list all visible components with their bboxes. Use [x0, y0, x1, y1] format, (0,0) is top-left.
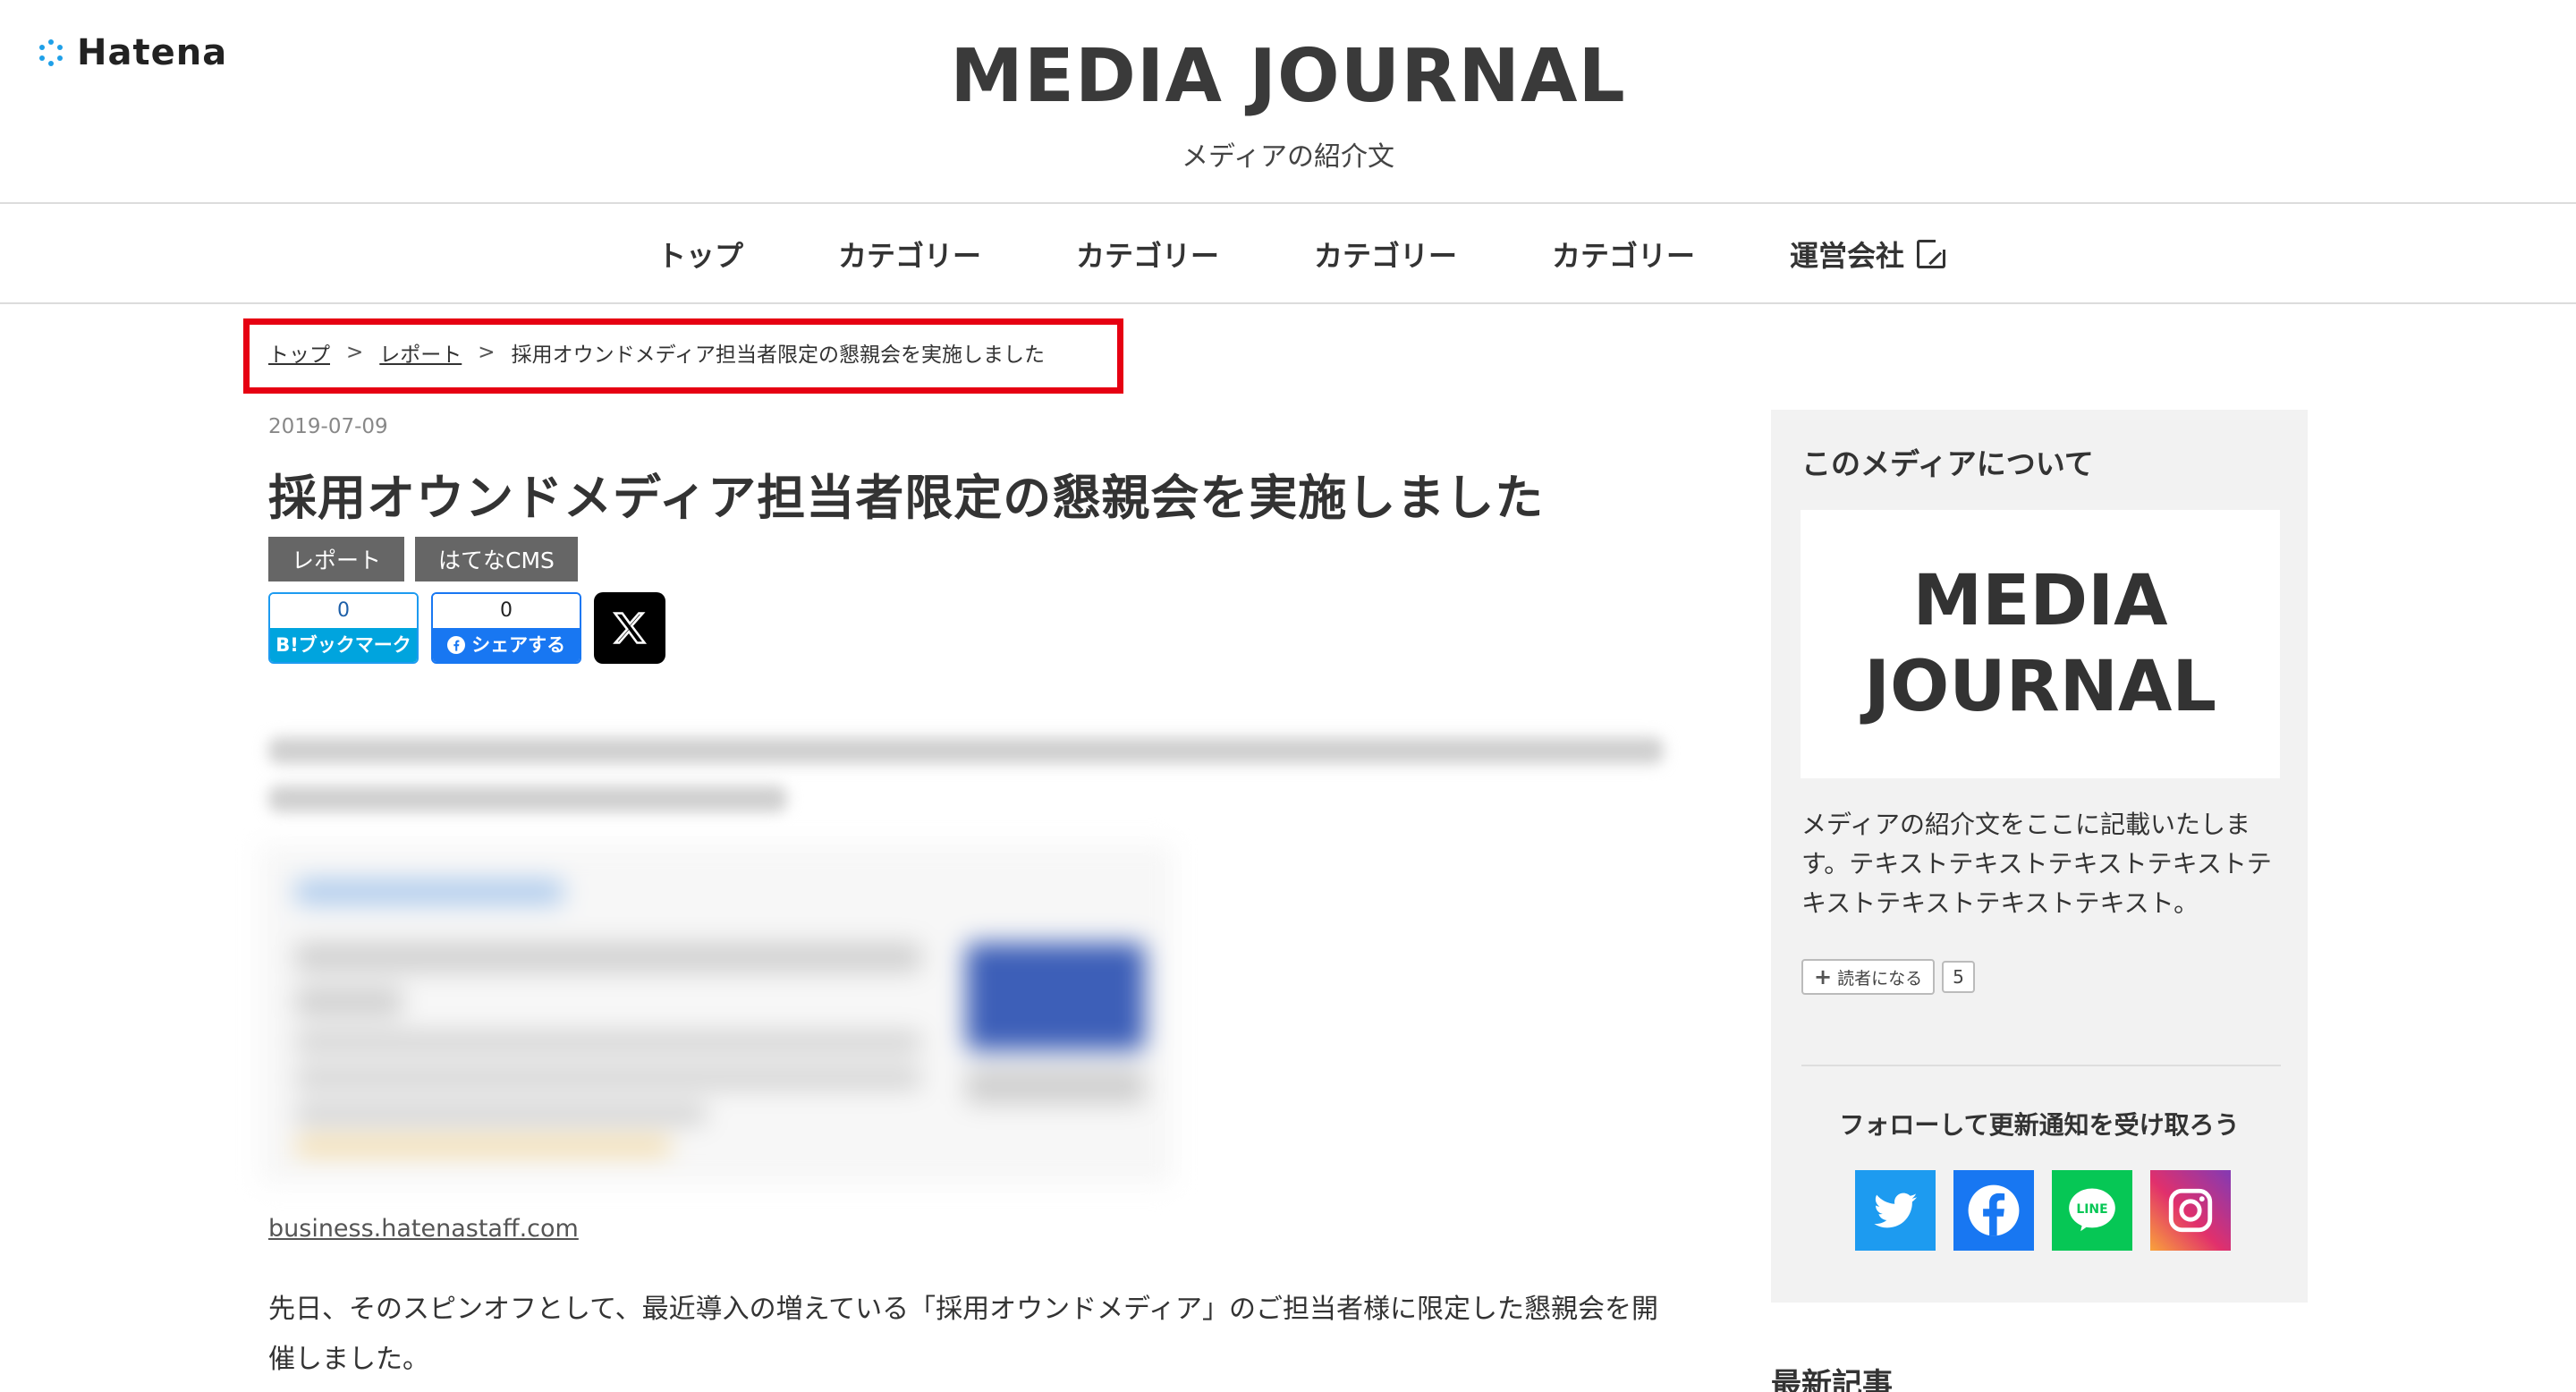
nav-item-category-2[interactable]: カテゴリー [1076, 233, 1219, 275]
subscribe-button[interactable]: + 読者になる [1801, 959, 1936, 995]
nav-item-top[interactable]: トップ [657, 233, 743, 275]
subscribe-button-label: 読者になる [1837, 968, 1923, 989]
nav-item-category-4[interactable]: カテゴリー [1552, 233, 1695, 275]
follow-prompt: フォローして更新通知を受け取ろう [1839, 1110, 2240, 1140]
global-nav: トップ カテゴリー カテゴリー カテゴリー カテゴリー 運営会社 [0, 206, 2576, 304]
nav-item-company[interactable]: 運営会社 [1790, 233, 1949, 275]
breadcrumb: トップ > レポート > 採用オウンドメディア担当者限定の懇親会を実施しました [268, 337, 1045, 368]
breadcrumb-top-link[interactable]: トップ [268, 337, 330, 368]
article-body-text: 先日、そのスピンオフとして、最近導入の増えている「採用オウンドメディア」のご担当… [268, 1294, 1658, 1375]
nav-item-category-1[interactable]: カテゴリー [838, 233, 981, 275]
site-description: メディアの紹介文 [1182, 141, 1394, 173]
sidebar-media-logo[interactable]: MEDIA JOURNAL [1801, 510, 2280, 778]
nav-item-company-label: 運営会社 [1790, 239, 1905, 273]
reader-count: 5 [1942, 961, 1975, 993]
x-logo-icon [612, 612, 648, 644]
facebook-share-count: 0 [433, 594, 580, 628]
sns-links: LINE [1855, 1170, 2231, 1251]
hatena-bookmark-label: B!ブックマーク [270, 628, 417, 662]
sidebar-about: このメディアについて MEDIA JOURNAL メディアの紹介文をここに記載い… [1771, 410, 2308, 1303]
line-icon[interactable]: LINE [2052, 1170, 2132, 1251]
breadcrumb-current: 採用オウンドメディア担当者限定の懇親会を実施しました [511, 344, 1045, 367]
blurred-text-line [268, 737, 1664, 764]
breadcrumb-separator: > [346, 341, 364, 364]
breadcrumb-report-link[interactable]: レポート [379, 337, 462, 368]
hatena-bookmark-button[interactable]: 0 B!ブックマーク [268, 592, 419, 664]
blurred-embed-card[interactable] [259, 845, 1174, 1184]
breadcrumb-separator: > [478, 341, 496, 364]
sidebar-logo-line-2: JOURNAL [1863, 647, 2217, 727]
article-title: 採用オウンドメディア担当者限定の懇親会を実施しました [268, 470, 1545, 526]
hatena-bookmark-count: 0 [270, 594, 417, 628]
x-share-button[interactable] [594, 592, 665, 664]
sidebar-logo-line-1: MEDIA [1912, 561, 2168, 641]
facebook-icon[interactable] [1953, 1170, 2034, 1251]
plus-icon: + [1814, 964, 1833, 989]
instagram-icon[interactable] [2150, 1170, 2231, 1251]
tag-report[interactable]: レポート [268, 537, 405, 581]
sidebar-description: メディアの紹介文をここに記載いたします。テキストテキストテキストテキストテキスト… [1801, 810, 2272, 918]
tag-hatena-cms[interactable]: はてなCMS [415, 537, 578, 581]
external-link-icon [1917, 237, 1949, 268]
facebook-icon [446, 636, 465, 654]
article-date: 2019-07-09 [268, 415, 388, 438]
svg-text:LINE: LINE [2076, 1202, 2107, 1217]
latest-articles-heading: 最新記事 [1771, 1367, 1893, 1392]
site-title[interactable]: MEDIA JOURNAL [0, 34, 2576, 119]
sidebar-divider [1801, 1065, 2281, 1066]
sidebar-heading: このメディアについて [1801, 446, 2094, 481]
reader-widget: + 読者になる 5 [1801, 959, 1975, 995]
twitter-icon[interactable] [1855, 1170, 1936, 1251]
article-source-link[interactable]: business.hatenastaff.com [268, 1215, 579, 1243]
facebook-share-text: シェアする [471, 634, 566, 656]
share-buttons: 0 B!ブックマーク 0 シェアする [268, 592, 665, 664]
site-header: Hatena MEDIA JOURNAL メディアの紹介文 [0, 0, 2576, 204]
facebook-share-label: シェアする [433, 628, 580, 662]
blurred-text-line [268, 785, 787, 812]
nav-item-category-3[interactable]: カテゴリー [1314, 233, 1457, 275]
facebook-share-button[interactable]: 0 シェアする [431, 592, 581, 664]
article-tags: レポート はてなCMS [268, 537, 578, 581]
